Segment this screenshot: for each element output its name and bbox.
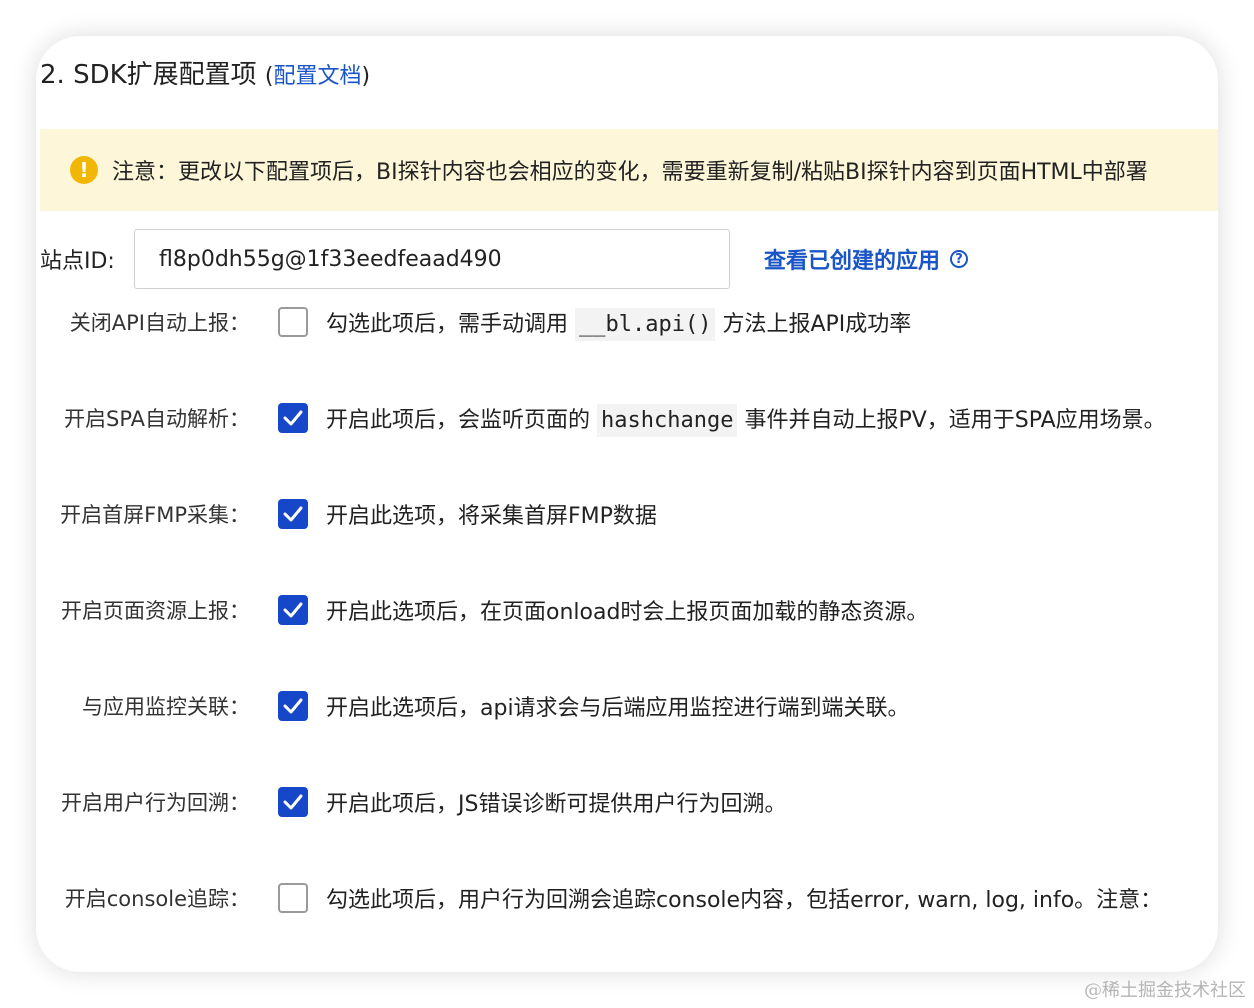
option-label: 开启页面资源上报： xyxy=(61,599,250,623)
code-api-call: __bl.api() xyxy=(575,308,716,341)
site-id-label: 站点ID: xyxy=(40,249,115,274)
check-icon xyxy=(283,698,303,714)
option-row-fmp: 开启首屏FMP采集： 开启此选项，将采集首屏FMP数据 xyxy=(36,494,1218,534)
config-card: 2. SDK扩展配置项 (配置文档) ! 注意：更改以下配置项后，BI探针内容也… xyxy=(36,36,1218,972)
question-circle-icon[interactable]: ? xyxy=(950,250,969,268)
config-doc-link[interactable]: 配置文档 xyxy=(274,64,362,89)
option-row-app-monitor-link: 与应用监控关联： 开启此选项后，api请求会与后端应用监控进行端到端关联。 xyxy=(36,686,1218,726)
section-title-text: 2. SDK扩展配置项 xyxy=(40,60,257,90)
check-icon xyxy=(283,602,303,618)
checkbox-app-monitor-link[interactable] xyxy=(278,691,308,721)
option-row-resource-report: 开启页面资源上报： 开启此选项后，在页面onload时会上报页面加载的静态资源。 xyxy=(36,590,1218,630)
paren-open: ( xyxy=(264,64,274,89)
option-desc-before: 勾选此项后，需手动调用 xyxy=(326,312,569,337)
option-label: 开启首屏FMP采集： xyxy=(60,503,250,527)
option-label: 开启SPA自动解析： xyxy=(63,407,250,431)
view-created-apps-label: 查看已创建的应用 xyxy=(764,249,941,274)
check-icon xyxy=(283,410,303,426)
notice-text: 注意：更改以下配置项后，BI探针内容也会相应的变化，需要重新复制/粘贴BI探针内… xyxy=(112,160,1148,185)
checkbox-resource-report[interactable] xyxy=(278,595,308,625)
code-hashchange: hashchange xyxy=(597,404,738,437)
site-id-input[interactable] xyxy=(134,229,730,289)
option-label: 与应用监控关联： xyxy=(82,695,250,719)
checkbox-spa-parse[interactable] xyxy=(278,403,308,433)
site-id-row: 站点ID: 查看已创建的应用 ? xyxy=(40,228,969,290)
option-desc: 开启此选项，将采集首屏FMP数据 xyxy=(326,504,657,529)
checkbox-behavior-trace[interactable] xyxy=(278,787,308,817)
option-desc: 开启此选项后，api请求会与后端应用监控进行端到端关联。 xyxy=(326,696,910,721)
check-icon xyxy=(283,506,303,522)
checkbox-fmp[interactable] xyxy=(278,499,308,529)
option-row-behavior-trace: 开启用户行为回溯： 开启此项后，JS错误诊断可提供用户行为回溯。 xyxy=(36,782,1218,822)
section-title: 2. SDK扩展配置项 (配置文档) xyxy=(40,54,370,91)
option-label: 关闭API自动上报： xyxy=(69,311,250,335)
view-created-apps-link[interactable]: 查看已创建的应用 ? xyxy=(764,243,969,275)
option-desc: 开启此选项后，在页面onload时会上报页面加载的静态资源。 xyxy=(326,600,929,625)
option-row-disable-api-report: 关闭API自动上报： 勾选此项后，需手动调用 __bl.api() 方法上报AP… xyxy=(36,302,1218,342)
notice-banner: ! 注意：更改以下配置项后，BI探针内容也会相应的变化，需要重新复制/粘贴BI探… xyxy=(40,129,1218,211)
option-desc: 勾选此项后，需手动调用 __bl.api() 方法上报API成功率 xyxy=(326,306,912,341)
option-desc-after: 事件并自动上报PV，适用于SPA应用场景。 xyxy=(744,408,1166,433)
option-label: 开启console追踪： xyxy=(64,887,250,911)
warning-icon: ! xyxy=(70,156,98,184)
checkbox-console-trace[interactable] xyxy=(278,883,308,913)
check-icon xyxy=(283,794,303,810)
option-row-spa-parse: 开启SPA自动解析： 开启此项后，会监听页面的 hashchange 事件并自动… xyxy=(36,398,1218,438)
watermark: @稀土掘金技术社区 xyxy=(1084,980,1246,1001)
option-desc-before: 开启此项后，会监听页面的 xyxy=(326,408,591,433)
option-desc: 开启此项后，JS错误诊断可提供用户行为回溯。 xyxy=(326,792,787,817)
checkbox-disable-api-report[interactable] xyxy=(278,307,308,337)
option-desc-after: 方法上报API成功率 xyxy=(722,312,912,337)
option-desc: 勾选此项后，用户行为回溯会追踪console内容，包括error, warn, … xyxy=(326,888,1163,913)
option-label: 开启用户行为回溯： xyxy=(61,791,250,815)
option-row-console-trace: 开启console追踪： 勾选此项后，用户行为回溯会追踪console内容，包括… xyxy=(36,878,1218,918)
paren-close: ) xyxy=(361,64,371,89)
screenshot-root: 2. SDK扩展配置项 (配置文档) ! 注意：更改以下配置项后，BI探针内容也… xyxy=(0,0,1254,1008)
option-desc: 开启此项后，会监听页面的 hashchange 事件并自动上报PV，适用于SPA… xyxy=(326,402,1166,437)
